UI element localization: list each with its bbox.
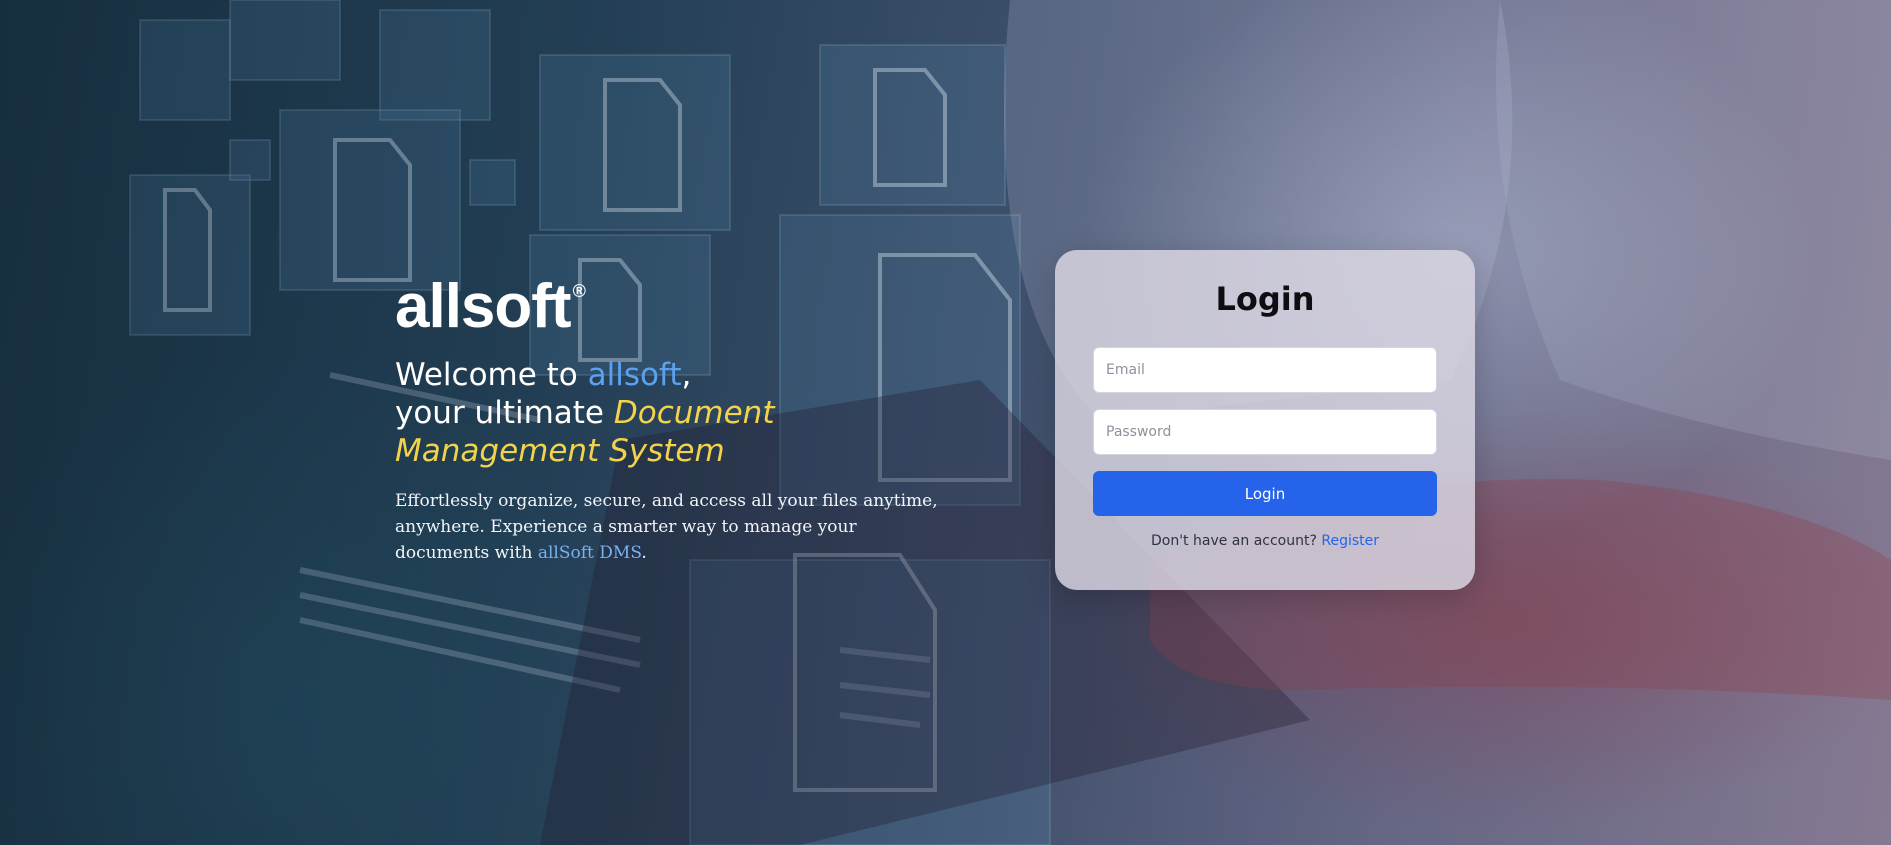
headline-line2: your ultimate: [395, 395, 614, 431]
headline-brand: allsoft: [587, 357, 682, 393]
login-button[interactable]: Login: [1093, 471, 1437, 516]
registered-mark: ®: [572, 281, 586, 301]
register-prompt: Don't have an account? Register: [1055, 533, 1475, 549]
description-text: Effortlessly organize, secure, and acces…: [395, 491, 938, 563]
headline-management-system: Management System: [395, 433, 725, 469]
headline-document: Document: [613, 395, 775, 431]
login-title: Login: [1215, 280, 1315, 318]
allsoft-logo: allsoft ®: [395, 272, 586, 341]
password-field[interactable]: [1093, 409, 1437, 455]
no-account-text: Don't have an account?: [1150, 533, 1322, 549]
hero-description: Effortlessly organize, secure, and acces…: [395, 488, 940, 566]
description-dms-highlight: allSoft DMS: [537, 543, 642, 563]
hero-headline: Welcome to allsoft, your ultimate Docume…: [395, 356, 955, 470]
logo-text: allsoft: [395, 272, 572, 341]
login-page: allsoft ® Welcome to allsoft, your ultima…: [0, 0, 1891, 845]
hero-section: allsoft ® Welcome to allsoft, your ultima…: [395, 276, 955, 566]
login-card: Login Login Don't have an account? Regis…: [1055, 250, 1475, 590]
description-suffix: .: [641, 543, 647, 563]
headline-comma: ,: [681, 357, 692, 393]
headline-welcome: Welcome to: [395, 357, 588, 393]
register-link[interactable]: Register: [1321, 533, 1379, 549]
email-field[interactable]: [1093, 347, 1437, 393]
